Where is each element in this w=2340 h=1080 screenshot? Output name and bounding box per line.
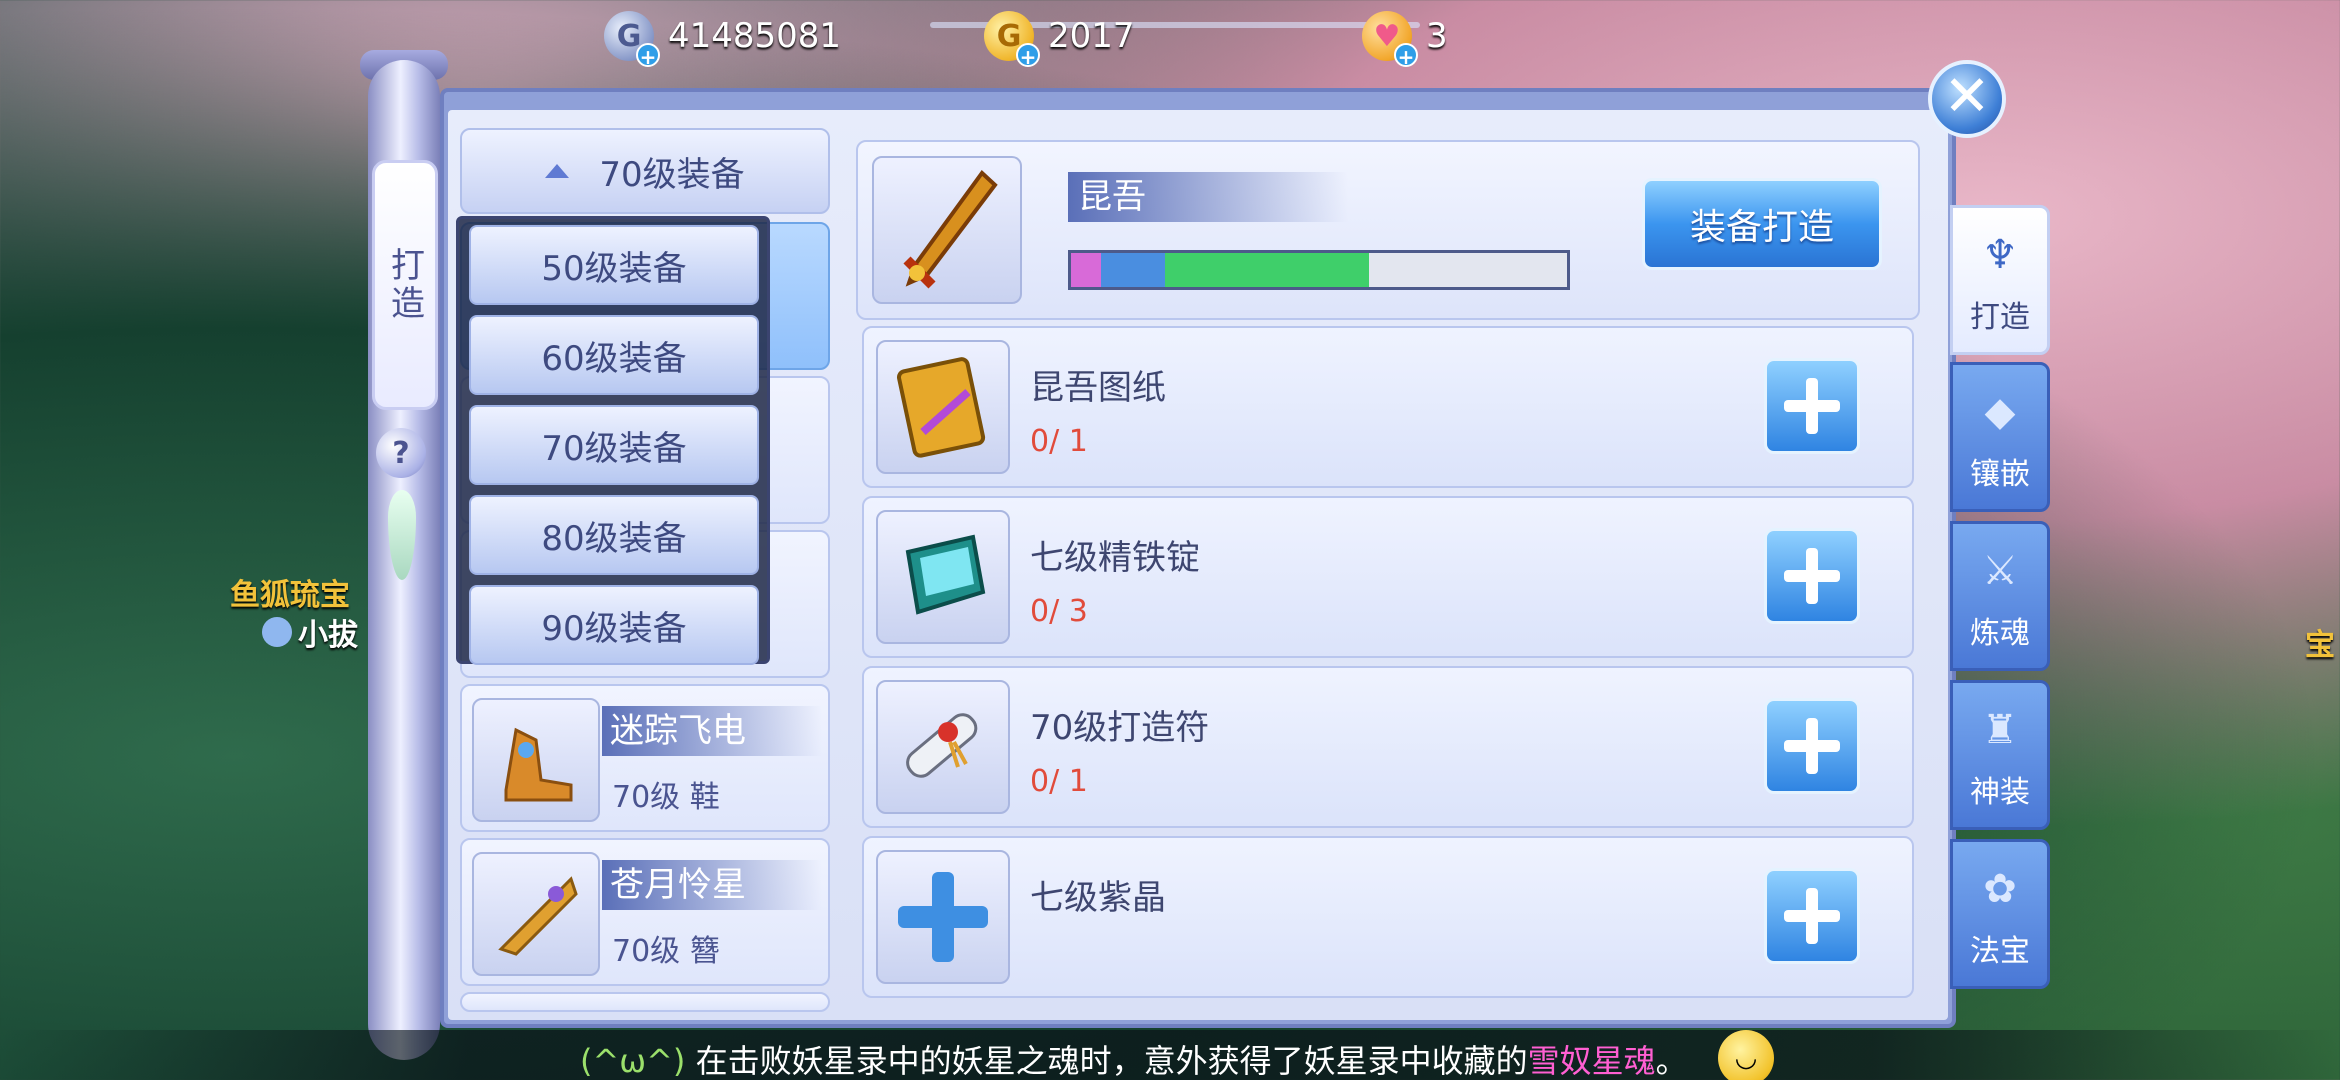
- silver-value: 41485081: [668, 16, 842, 56]
- npc-name-label: 鱼狐琉宝: [230, 578, 350, 613]
- bar-segment-blue: [1100, 253, 1166, 287]
- bar-segment-empty: [1368, 253, 1567, 287]
- add-silver-icon[interactable]: +: [636, 43, 660, 69]
- list-item-partial[interactable]: [460, 992, 830, 1012]
- system-message-ticker: (^ω^) 在击败妖星录中的妖星之魂时，意外获得了妖星录中收藏的雪奴星魂。 ◡: [0, 1030, 2340, 1080]
- gold-currency[interactable]: G + 2017: [984, 10, 1135, 69]
- tab-forge-label: 打造: [384, 247, 425, 323]
- hairpin-icon: [472, 852, 600, 976]
- caret-up-icon: [545, 164, 570, 178]
- material-name: 七级紫晶: [1030, 878, 1166, 918]
- npc-sub-text: 小拔: [298, 618, 358, 653]
- close-button[interactable]: ✕: [1928, 60, 2006, 138]
- item-level-type: 70级 鞋: [612, 780, 720, 815]
- list-item-cangyue[interactable]: 苍月怜星 70级 簪: [460, 838, 830, 986]
- heart-currency[interactable]: ♥ + 3: [1362, 10, 1448, 69]
- dropdown-option-50[interactable]: 50级装备: [469, 225, 759, 305]
- dropdown-option-60[interactable]: 60级装备: [469, 315, 759, 395]
- bar-segment-green: [1165, 253, 1369, 287]
- iron-ingot-icon[interactable]: [876, 510, 1010, 644]
- blueprint-book-icon[interactable]: [876, 340, 1010, 474]
- add-material-button[interactable]: [1764, 698, 1860, 794]
- tab-divine-gear[interactable]: ♜ 神装: [1950, 680, 2050, 830]
- material-count: 0/ 1: [1030, 764, 1088, 799]
- level-select-toggle[interactable]: 70级装备: [460, 128, 830, 214]
- ticker-message: 在击败妖星录中的妖星之魂时，意外获得了妖星录中收藏的: [695, 1042, 1528, 1080]
- tab-forge[interactable]: ♆ 打造: [1950, 205, 2050, 355]
- add-material-button[interactable]: [1764, 868, 1860, 964]
- scroll-charm-icon[interactable]: [876, 680, 1010, 814]
- right-npc-label: 宝: [2305, 628, 2335, 663]
- material-name: 昆吾图纸: [1030, 368, 1166, 408]
- material-row-ingot: 七级精铁锭 0/ 3: [862, 496, 1914, 658]
- heart-value: 3: [1426, 16, 1448, 56]
- help-icon[interactable]: ?: [376, 428, 426, 478]
- dropdown-option-90[interactable]: 90级装备: [469, 585, 759, 665]
- sword-icon: [872, 156, 1022, 304]
- forge-icon: ♆: [1982, 232, 2018, 278]
- divine-armor-icon: ♜: [1982, 707, 2018, 753]
- npc-badge-icon: [262, 617, 292, 647]
- bar-segment-purple: [1071, 253, 1101, 287]
- add-gold-icon[interactable]: +: [1016, 43, 1040, 69]
- level-select-label: 70级装备: [599, 154, 745, 195]
- currency-bar: G + 41485081 G + 2017 ♥ + 3: [0, 0, 2340, 70]
- add-slot-icon[interactable]: [876, 850, 1010, 984]
- dropdown-option-80[interactable]: 80级装备: [469, 495, 759, 575]
- item-name: 苍月怜星: [602, 860, 822, 910]
- ticker-emoticon: (^ω^): [580, 1042, 686, 1080]
- tab-label: 炼魂: [1970, 616, 2030, 651]
- tab-label: 神装: [1970, 775, 2030, 810]
- diamond-icon: ◆: [1984, 389, 2016, 435]
- material-row-blueprint: 昆吾图纸 0/ 1: [862, 326, 1914, 488]
- material-name: 七级精铁锭: [1030, 538, 1200, 578]
- treasure-icon: ✿: [1983, 866, 2017, 912]
- tab-label: 法宝: [1970, 934, 2030, 969]
- npc-sub-label: 小拔: [262, 610, 358, 654]
- add-material-button[interactable]: [1764, 528, 1860, 624]
- material-name: 70级打造符: [1030, 708, 1210, 748]
- gold-value: 2017: [1048, 16, 1135, 56]
- plus-icon: [1784, 718, 1840, 774]
- ticker-end: 。: [1655, 1042, 1688, 1080]
- craft-equipment-button[interactable]: 装备打造: [1642, 178, 1882, 270]
- ticker-text: (^ω^) 在击败妖星录中的妖星之魂时，意外获得了妖星录中收藏的雪奴星魂。: [580, 1036, 1688, 1080]
- material-row-crystal: 七级紫晶: [862, 836, 1914, 998]
- list-item-mizong[interactable]: 迷踪飞电 70级 鞋: [460, 684, 830, 832]
- plus-icon: [1784, 378, 1840, 434]
- equipment-name: 昆吾: [1068, 172, 1348, 222]
- material-count: 0/ 1: [1030, 424, 1088, 459]
- ticker-highlight[interactable]: 雪奴星魂: [1528, 1042, 1656, 1080]
- gold-coin-icon: G +: [984, 11, 1040, 69]
- tab-inlay[interactable]: ◆ 镶嵌: [1950, 362, 2050, 512]
- boots-icon: [472, 698, 600, 822]
- silver-coin-icon: G +: [604, 11, 660, 69]
- add-material-button[interactable]: [1764, 358, 1860, 454]
- material-row-charm: 70级打造符 0/ 1: [862, 666, 1914, 828]
- heart-icon: ♥ +: [1362, 11, 1418, 69]
- tab-label: 打造: [1970, 300, 2030, 335]
- add-heart-icon[interactable]: +: [1394, 43, 1418, 69]
- dropdown-option-70[interactable]: 70级装备: [469, 405, 759, 485]
- level-dropdown: 50级装备 60级装备 70级装备 80级装备 90级装备: [456, 216, 770, 665]
- smiley-face-icon: ◡: [1718, 1030, 1774, 1080]
- plus-icon: [1784, 548, 1840, 604]
- tab-treasure[interactable]: ✿ 法宝: [1950, 839, 2050, 989]
- tab-forge-vertical[interactable]: 打造: [372, 160, 438, 410]
- tab-soul[interactable]: ⚔ 炼魂: [1950, 521, 2050, 671]
- material-count: 0/ 3: [1030, 594, 1088, 629]
- close-icon: ✕: [1943, 64, 1991, 129]
- plus-icon: [1784, 888, 1840, 944]
- item-name: 迷踪飞电: [602, 706, 822, 756]
- plus-icon: [898, 872, 988, 962]
- tab-label: 镶嵌: [1970, 457, 2030, 492]
- soul-icon: ⚔: [1982, 548, 2018, 594]
- silver-currency[interactable]: G + 41485081: [604, 10, 842, 69]
- item-level-type: 70级 簪: [612, 934, 720, 969]
- quality-bar: [1068, 250, 1570, 290]
